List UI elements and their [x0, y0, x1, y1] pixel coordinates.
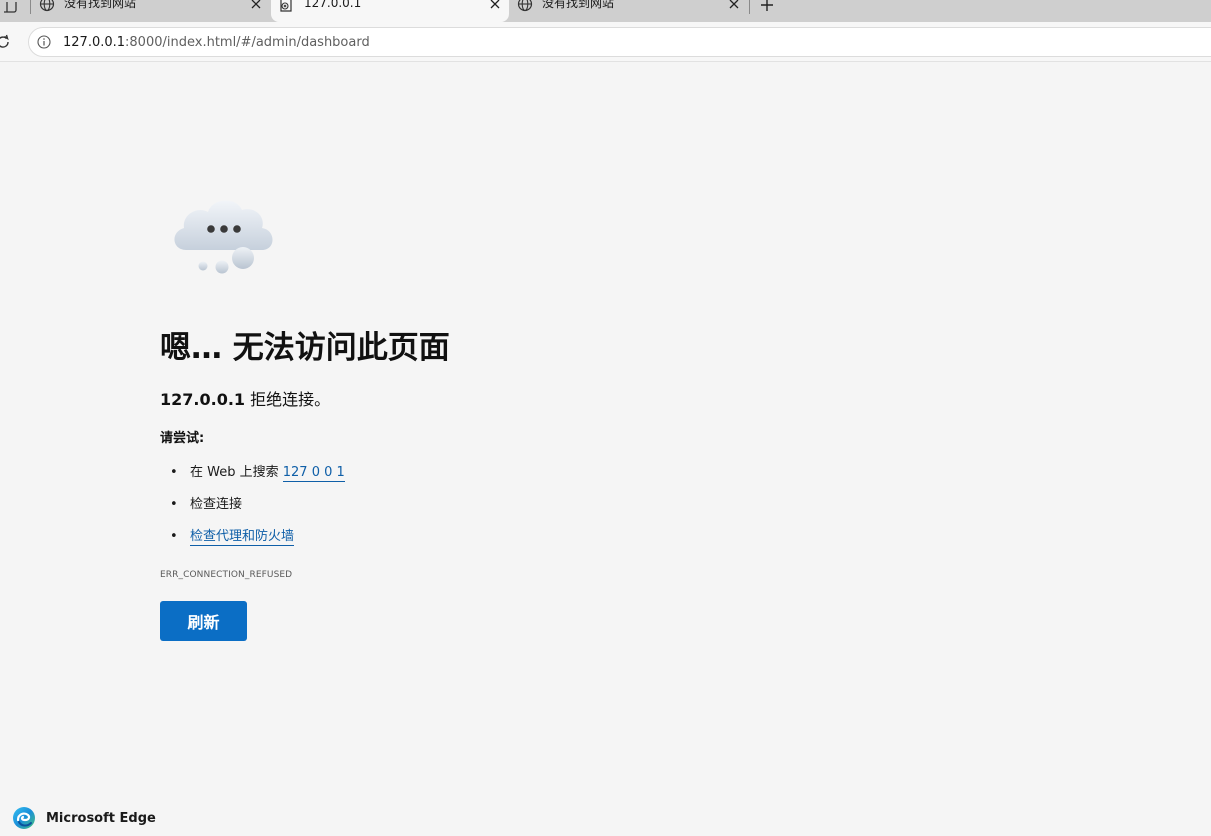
reload-icon[interactable]	[0, 33, 12, 51]
close-icon[interactable]	[248, 0, 264, 12]
suggestion-check-proxy: • 检查代理和防火墙	[170, 529, 295, 546]
tab-title: 127.0.0.1	[304, 0, 362, 10]
tab-actions-button[interactable]	[0, 0, 22, 18]
tab-1[interactable]: 没有找到网站	[32, 0, 270, 22]
close-icon[interactable]	[726, 0, 742, 12]
error-message: 127.0.0.1 拒绝连接。	[160, 389, 330, 411]
suggestion-search: • 在 Web 上搜索 127 0 0 1	[170, 465, 345, 482]
url-text[interactable]: 127.0.0.1:8000/index.html/#/admin/dashbo…	[63, 34, 370, 52]
tab-title: 没有找到网站	[64, 0, 137, 10]
tab-actions-icon	[4, 2, 17, 13]
close-icon[interactable]	[487, 0, 503, 12]
broken-page-icon	[280, 0, 292, 12]
tab-title: 没有找到网站	[542, 0, 615, 10]
suggestion-search-prefix: 在 Web 上搜索	[190, 465, 283, 480]
globe-icon	[39, 0, 55, 12]
suggestion-check-connection-text: 检查连接	[190, 497, 243, 512]
url-host: 127.0.0.1	[63, 35, 126, 50]
globe-icon	[517, 0, 533, 12]
error-headline: 嗯… 无法访问此页面	[160, 330, 450, 366]
address-toolbar: 127.0.0.1:8000/index.html/#/admin/dashbo…	[0, 22, 1211, 62]
error-host: 127.0.0.1	[160, 390, 246, 409]
sad-cloud-icon	[174, 200, 273, 274]
tab-separator	[749, 0, 750, 14]
try-label: 请尝试:	[160, 431, 205, 446]
suggestion-check-connection: • 检查连接	[170, 497, 243, 512]
tab-2-active[interactable]: 127.0.0.1	[271, 0, 509, 22]
refresh-button[interactable]: 刷新	[160, 601, 247, 641]
tab-3[interactable]: 没有找到网站	[510, 0, 748, 22]
error-code: ERR_CONNECTION_REFUSED	[160, 570, 293, 580]
edge-logo-icon	[13, 807, 35, 829]
edge-brand-name: Microsoft Edge	[46, 810, 156, 826]
site-info-icon[interactable]	[37, 35, 51, 49]
suggestions-list: • 在 Web 上搜索 127 0 0 1 • 检查连接 • 检查代理和防火墙	[160, 462, 345, 558]
address-bar[interactable]: 127.0.0.1:8000/index.html/#/admin/dashbo…	[28, 27, 1211, 57]
search-web-link[interactable]: 127 0 0 1	[282, 465, 345, 482]
new-tab-icon[interactable]	[758, 0, 776, 15]
tab-separator	[30, 0, 31, 14]
edge-brand: Microsoft Edge	[12, 806, 156, 830]
tab-strip: 没有找到网站 127.0.0.1 没有找到网站	[0, 0, 1211, 22]
url-path: :8000/index.html/#/admin/dashboard	[125, 35, 370, 50]
error-message-text: 拒绝连接。	[245, 390, 331, 409]
check-proxy-firewall-link[interactable]: 检查代理和防火墙	[190, 529, 295, 546]
